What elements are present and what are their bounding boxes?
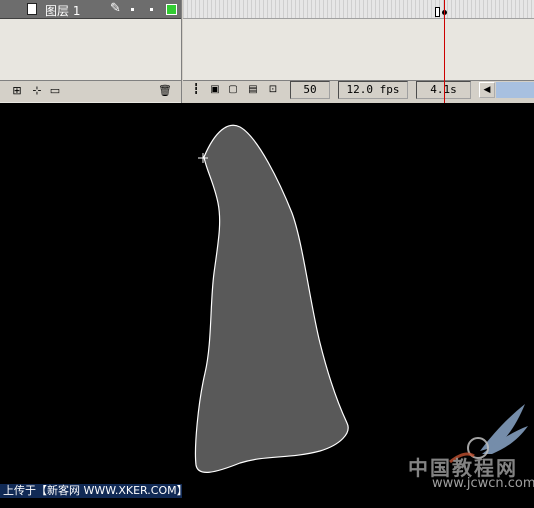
horizontal-scrollbar[interactable] xyxy=(496,82,534,98)
layer-name[interactable]: 图层 1 xyxy=(45,2,80,19)
motion-guide-icon[interactable]: ⊹ xyxy=(30,84,44,98)
layer-row[interactable]: 图层 1 ✎ xyxy=(0,0,181,19)
timeline-panel: 图层 1 ✎ ⊞ ⊹ ▭ 🗑 ┇ ▣ ▢ ▤ ⊡ 50 12.0 fps 4.1… xyxy=(0,0,534,103)
current-frame-field: 50 xyxy=(290,81,330,99)
add-layer-icon[interactable]: ⊞ xyxy=(10,84,24,98)
trash-icon[interactable]: 🗑 xyxy=(158,84,172,98)
pencil-icon[interactable]: ✎ xyxy=(110,1,121,16)
onion-markers-icon[interactable]: ⊡ xyxy=(265,82,281,98)
layer-toolbar: ⊞ ⊹ ▭ 🗑 xyxy=(0,80,181,102)
lock-dot-icon[interactable] xyxy=(150,8,153,11)
onion-skin-icon[interactable]: ▣ xyxy=(207,82,223,98)
onion-outline-icon[interactable]: ▢ xyxy=(225,82,241,98)
visibility-dot-icon[interactable] xyxy=(131,8,134,11)
playhead[interactable] xyxy=(444,0,445,103)
frame-rate-field[interactable]: 12.0 fps xyxy=(338,81,408,99)
layer-panel: 图层 1 ✎ ⊞ ⊹ ▭ 🗑 xyxy=(0,0,182,103)
outline-color-box[interactable] xyxy=(166,4,177,15)
logo-url: www.jcwcn.com xyxy=(432,476,534,491)
scroll-left-button[interactable]: ◀ xyxy=(479,82,495,98)
watermark-bar: 上传于【新客网 WWW.XKER.COM】 xyxy=(0,484,182,498)
center-frame-icon[interactable]: ┇ xyxy=(188,82,204,98)
frame-strip[interactable] xyxy=(183,0,534,19)
drawn-shape[interactable] xyxy=(194,124,349,473)
folder-icon[interactable]: ▭ xyxy=(48,84,62,98)
layer-page-icon xyxy=(27,3,37,15)
keyframe-box[interactable] xyxy=(435,7,440,17)
edit-multiple-frames-icon[interactable]: ▤ xyxy=(245,82,261,98)
